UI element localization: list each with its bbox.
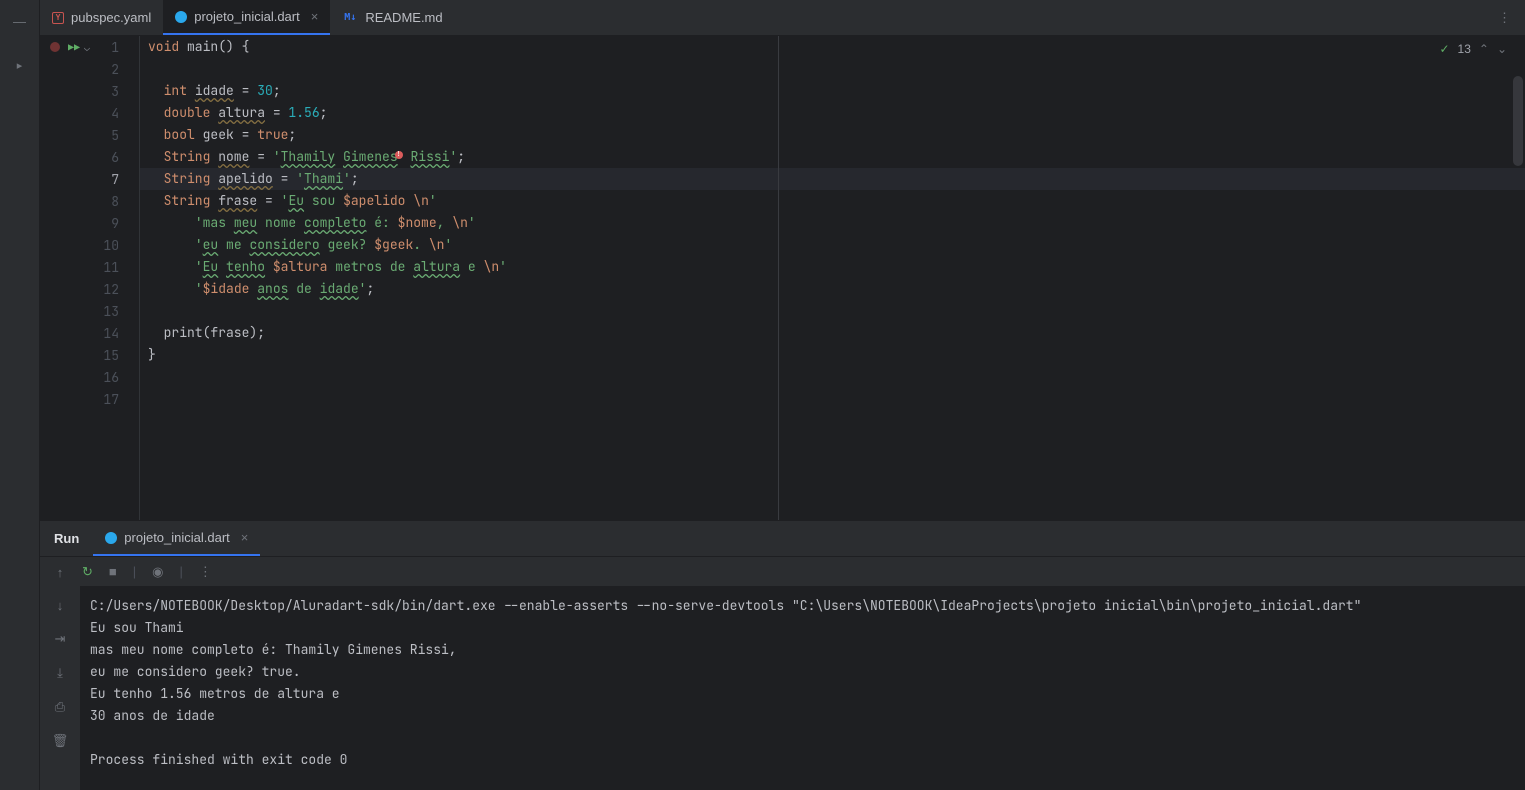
- tab-label: pubspec.yaml: [71, 10, 151, 25]
- editor-tabs: Y pubspec.yaml projeto_inicial.dart × M↓…: [40, 0, 1525, 36]
- run-title: Run: [40, 531, 93, 546]
- dart-icon: [175, 11, 187, 23]
- run-header: Run projeto_inicial.dart ×: [40, 521, 1525, 557]
- close-icon[interactable]: ×: [311, 9, 319, 24]
- code-area[interactable]: void main() { int idade = 30; double alt…: [140, 36, 1525, 520]
- down-icon[interactable]: ↓: [57, 598, 64, 613]
- tab-label: README.md: [365, 10, 442, 25]
- tab-readme[interactable]: M↓ README.md: [330, 0, 454, 35]
- breakpoint-icon[interactable]: [50, 42, 60, 52]
- minimize-icon[interactable]: —: [13, 14, 26, 29]
- run-tab-label: projeto_inicial.dart: [124, 530, 230, 545]
- tab-pubspec[interactable]: Y pubspec.yaml: [40, 0, 163, 35]
- run-toolbar: ↻ ■ | ◉ | ⋮: [80, 557, 1525, 587]
- stop-icon[interactable]: ■: [109, 564, 117, 579]
- code-editor[interactable]: ✓ 13 ⌃ ⌄ ▶▶⌄1 2 3 4 5 6 7 8 9 10 11 12 1…: [40, 36, 1525, 520]
- scroll-to-end-icon[interactable]: ⤓: [57, 665, 63, 681]
- tab-projeto-inicial[interactable]: projeto_inicial.dart ×: [163, 0, 330, 35]
- filter-icon[interactable]: ◉: [152, 564, 163, 580]
- gutter: ▶▶⌄1 2 3 4 5 6 7 8 9 10 11 12 13 14 15 1…: [40, 36, 140, 520]
- close-icon[interactable]: ×: [241, 530, 249, 545]
- tabs-menu-icon[interactable]: ⋮: [1484, 0, 1525, 35]
- run-panel: Run projeto_inicial.dart × ↑ ↓ ⇥ ⤓ ⎙ 🗑: [40, 520, 1525, 790]
- yaml-icon: Y: [52, 12, 64, 24]
- up-icon[interactable]: ↑: [57, 565, 64, 580]
- markdown-icon: M↓: [342, 12, 358, 24]
- more-icon[interactable]: ⋮: [199, 564, 212, 580]
- chevron-down-icon[interactable]: ⌄: [84, 41, 90, 54]
- tool-window-bar: — ▸: [0, 0, 40, 790]
- run-tab[interactable]: projeto_inicial.dart ×: [93, 521, 260, 556]
- tab-label: projeto_inicial.dart: [194, 9, 300, 24]
- console-output[interactable]: C:/Users/NOTEBOOK/Desktop/Aluradart-sdk/…: [80, 587, 1525, 790]
- error-icon[interactable]: !: [395, 151, 403, 159]
- run-side-toolbar: ↑ ↓ ⇥ ⤓ ⎙ 🗑: [40, 557, 80, 790]
- trash-icon[interactable]: 🗑: [52, 733, 69, 749]
- run-gutter-icon[interactable]: ▶▶: [68, 41, 80, 54]
- rerun-icon[interactable]: ↻: [82, 564, 93, 580]
- soft-wrap-icon[interactable]: ⇥: [55, 631, 66, 647]
- dart-icon: [105, 532, 117, 544]
- split-guide: [778, 36, 779, 520]
- print-icon[interactable]: ⎙: [55, 699, 65, 715]
- expand-icon[interactable]: ▸: [17, 59, 23, 72]
